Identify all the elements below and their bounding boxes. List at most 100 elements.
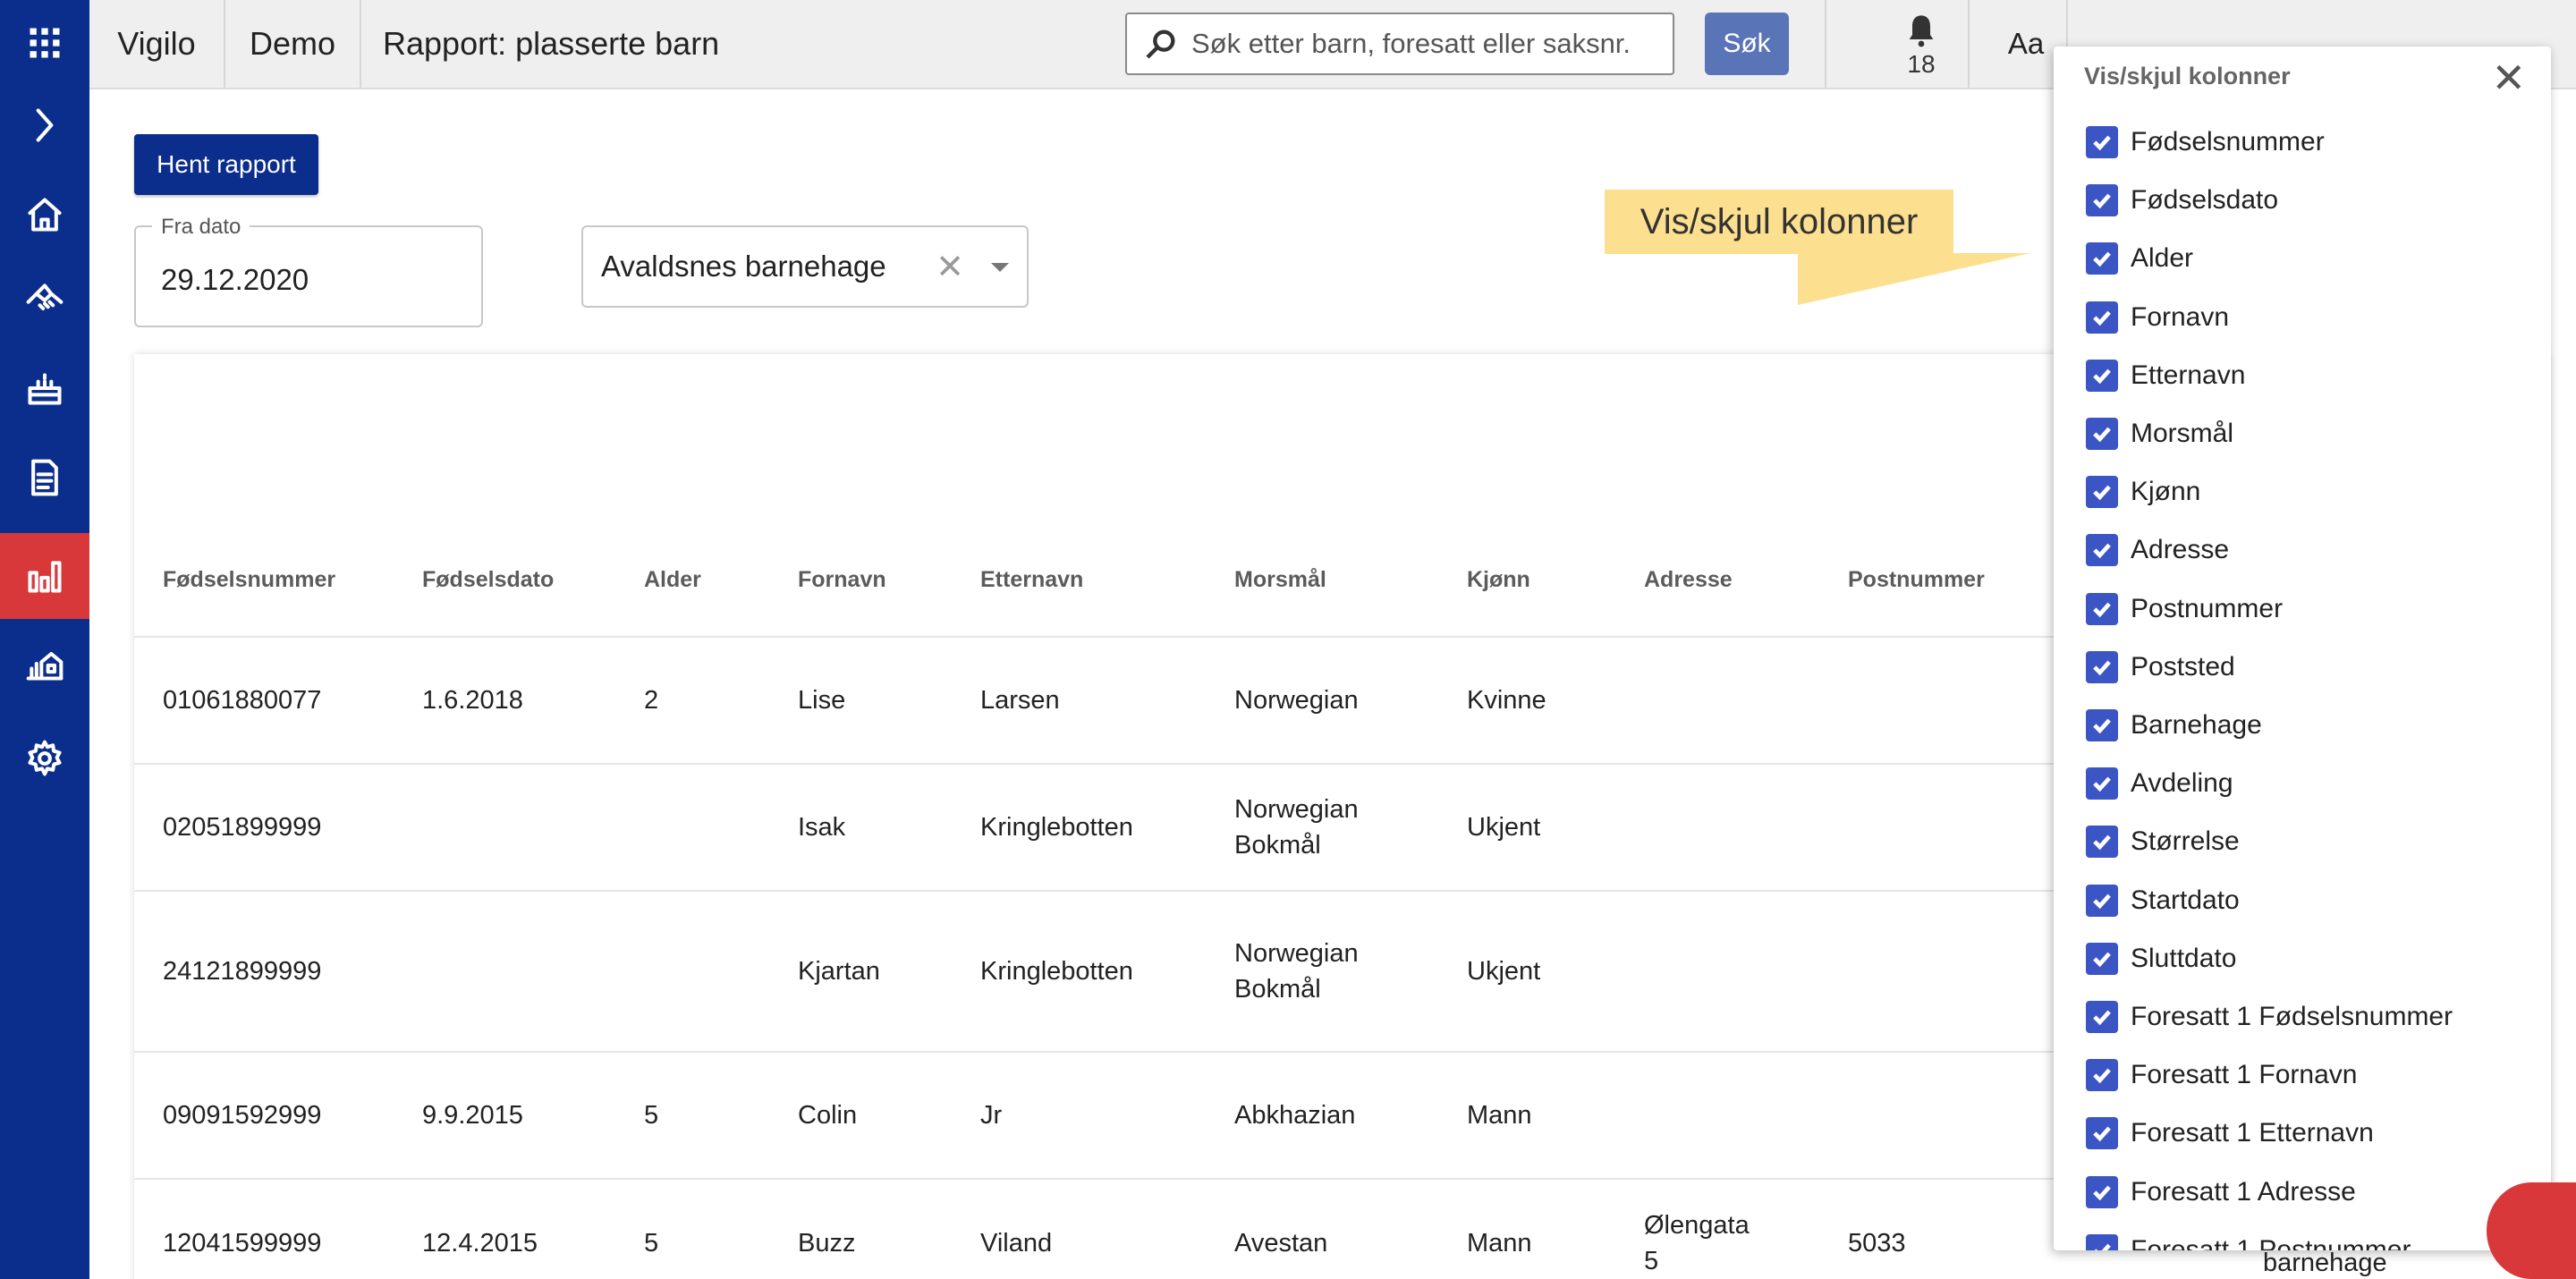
column-option[interactable]: Foresatt 1 Adresse xyxy=(2086,1170,2356,1215)
column-option[interactable]: Fødselsnummer xyxy=(2086,120,2325,165)
checkbox-checked-icon[interactable] xyxy=(2086,242,2118,275)
column-option[interactable]: Sluttdato xyxy=(2086,936,2236,981)
column-option[interactable]: Alder xyxy=(2086,236,2193,281)
language-line: Abkhazian xyxy=(1234,1101,1356,1130)
checkbox-checked-icon[interactable] xyxy=(2086,184,2118,217)
checkbox-checked-icon[interactable] xyxy=(2086,1233,2118,1250)
checkbox-checked-icon[interactable] xyxy=(2086,1001,2118,1033)
cake-icon[interactable] xyxy=(0,345,89,431)
building-chart-icon[interactable] xyxy=(0,621,89,707)
panel-title: Vis/skjul kolonner xyxy=(2084,63,2291,89)
settings-gear-icon[interactable] xyxy=(0,716,89,801)
table-row[interactable]: 24121899999 Kjartan Kringlebotten Norweg… xyxy=(134,890,2088,1052)
table-row[interactable]: 09091592999 9.9.2015 5 Colin Jr Abkhazia… xyxy=(134,1051,2088,1179)
checkbox-checked-icon[interactable] xyxy=(2086,942,2118,975)
column-option[interactable]: Fornavn xyxy=(2086,295,2229,340)
column-option[interactable]: Størrelse xyxy=(2086,819,2240,864)
checkbox-checked-icon[interactable] xyxy=(2086,709,2118,741)
search-input[interactable] xyxy=(1191,28,1657,60)
column-option-label: Fornavn xyxy=(2131,301,2230,332)
table-row[interactable]: 01061880077 1.6.2018 2 Lise Larsen Norwe… xyxy=(134,636,2088,764)
checkbox-checked-icon[interactable] xyxy=(2086,826,2118,859)
divider xyxy=(1968,0,1970,88)
column-header[interactable]: Kjønn xyxy=(1438,354,1615,637)
checkbox-checked-icon[interactable] xyxy=(2086,650,2118,683)
kindergarten-select[interactable]: Avaldsnes barnehage ✕ xyxy=(581,225,1029,308)
column-option-label: Foresatt 1 Fødselsnummer xyxy=(2131,1002,2453,1031)
column-option[interactable]: Barnehage xyxy=(2086,703,2262,748)
column-header[interactable]: Adresse xyxy=(1615,354,1819,637)
column-option-label: Postnummer xyxy=(2131,593,2284,623)
column-header[interactable]: Fødselsdato xyxy=(394,354,615,637)
column-option[interactable]: Foresatt 1 Postnummer xyxy=(2086,1228,2411,1250)
checkbox-checked-icon[interactable] xyxy=(2086,534,2118,567)
column-option[interactable]: Foresatt 1 Etternavn xyxy=(2086,1111,2374,1156)
column-option[interactable]: Startdato xyxy=(2086,878,2240,923)
language-line: Bokmål xyxy=(1234,831,1321,860)
checkbox-checked-icon[interactable] xyxy=(2086,418,2118,450)
column-option-label: Avdeling xyxy=(2131,768,2233,799)
cell-last-name: Kringlebotten xyxy=(952,890,1206,1052)
search-field[interactable] xyxy=(1125,13,1674,75)
tooltip-pointer xyxy=(1798,253,2030,305)
clipped-cell-text: barnehage xyxy=(2263,1249,2387,1277)
home-icon[interactable] xyxy=(0,172,89,258)
column-option-label: Poststed xyxy=(2131,651,2235,682)
column-option[interactable]: Foresatt 1 Fornavn xyxy=(2086,1053,2357,1097)
column-header[interactable]: Fornavn xyxy=(769,354,952,637)
checkbox-checked-icon[interactable] xyxy=(2086,767,2118,800)
cell-first-name: Buzz xyxy=(769,1178,952,1279)
close-icon[interactable]: ✕ xyxy=(2491,57,2526,98)
checkbox-checked-icon[interactable] xyxy=(2086,592,2118,625)
fetch-report-button[interactable]: Hent rapport xyxy=(134,134,318,195)
column-chooser-panel: Vis/skjul kolonner ✕ Fødselsnummer Fødsel… xyxy=(2054,47,2551,1250)
checkbox-checked-icon[interactable] xyxy=(2086,476,2118,509)
column-option[interactable]: Etternavn xyxy=(2086,353,2245,398)
checkbox-checked-icon[interactable] xyxy=(2086,359,2118,392)
dropdown-caret-icon[interactable] xyxy=(991,263,1009,272)
column-option[interactable]: Avdeling xyxy=(2086,761,2233,806)
floating-action-button[interactable] xyxy=(2487,1182,2576,1279)
cell-fnr: 12041599999 xyxy=(134,1178,394,1279)
column-option[interactable]: Kjønn xyxy=(2086,470,2200,514)
checkbox-checked-icon[interactable] xyxy=(2086,1059,2118,1092)
checkbox-checked-icon[interactable] xyxy=(2086,884,2118,917)
column-header[interactable]: Fødselsnummer xyxy=(134,354,394,637)
checkbox-checked-icon[interactable] xyxy=(2086,126,2118,158)
column-header[interactable]: Morsmål xyxy=(1206,354,1438,637)
cell-dob xyxy=(394,890,615,1052)
column-header[interactable]: Alder xyxy=(615,354,769,637)
notifications-button[interactable]: 18 xyxy=(1878,5,1964,86)
app-name[interactable]: Vigilo xyxy=(89,0,225,88)
table-row[interactable]: 12041599999 12.4.2015 5 Buzz Viland Aves… xyxy=(134,1178,2088,1279)
cell-dob: 12.4.2015 xyxy=(394,1178,615,1279)
search-button[interactable]: Søk xyxy=(1705,13,1789,75)
column-option[interactable]: Fødselsdato xyxy=(2086,178,2278,223)
handshake-icon[interactable] xyxy=(0,256,89,342)
cell-last-name: Jr xyxy=(952,1051,1206,1179)
column-header[interactable]: Etternavn xyxy=(952,354,1206,637)
column-header[interactable]: Postnummer xyxy=(1819,354,2088,637)
apps-grid-icon[interactable] xyxy=(0,0,89,86)
column-option-label: Foresatt 1 Postnummer xyxy=(2131,1234,2411,1250)
checkbox-checked-icon[interactable] xyxy=(2086,1117,2118,1150)
language-line: Norwegian xyxy=(1234,795,1359,824)
checkbox-checked-icon[interactable] xyxy=(2086,1175,2118,1208)
expand-chevron-icon[interactable] xyxy=(0,82,89,168)
report-chart-icon[interactable] xyxy=(0,533,89,619)
from-date-field[interactable]: Fra dato 29.12.2020 xyxy=(134,215,483,327)
table-row[interactable]: 02051899999 Isak Kringlebotten Norwegian… xyxy=(134,763,2088,891)
cell-address xyxy=(1615,1051,1819,1179)
column-option[interactable]: Adresse xyxy=(2086,528,2229,572)
column-option[interactable]: Foresatt 1 Fødselsnummer xyxy=(2086,995,2453,1039)
column-option[interactable]: Poststed xyxy=(2086,645,2235,690)
notification-count: 18 xyxy=(1907,50,1936,78)
column-option[interactable]: Postnummer xyxy=(2086,587,2283,631)
cell-address xyxy=(1615,763,1819,891)
clear-icon[interactable]: ✕ xyxy=(936,247,964,287)
column-option[interactable]: Morsmål xyxy=(2086,411,2233,456)
tenant-name[interactable]: Demo xyxy=(225,0,361,88)
document-icon[interactable] xyxy=(0,435,89,521)
cell-last-name: Kringlebotten xyxy=(952,763,1206,891)
checkbox-checked-icon[interactable] xyxy=(2086,301,2118,334)
